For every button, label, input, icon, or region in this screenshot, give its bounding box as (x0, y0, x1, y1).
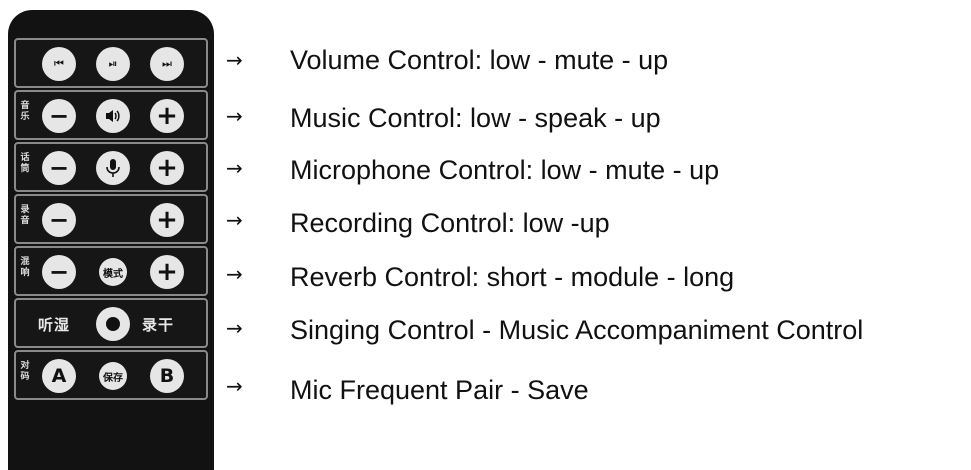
music-control-label: Music Control: low - speak - up (290, 103, 661, 133)
previous-icon: ⏮ (54, 57, 64, 70)
next-icon: ⏭ (162, 57, 172, 70)
plus-icon: + (156, 205, 178, 235)
dry-record-label: 录干 (142, 316, 175, 334)
reverb-plus-button[interactable]: + (150, 255, 184, 289)
minus-icon: − (48, 154, 70, 182)
previous-button[interactable]: ⏮ (42, 47, 76, 81)
annotation-arrow: → (226, 208, 243, 232)
minus-icon: − (48, 102, 70, 130)
remote-row-recording: 录音 − + (14, 194, 208, 244)
mic-minus-button[interactable]: − (42, 151, 76, 185)
remote-row-microphone: 话筒 − + (14, 142, 208, 192)
annotation-arrow: → (226, 104, 243, 128)
minus-icon: − (48, 206, 70, 234)
plus-icon: + (156, 101, 178, 131)
singing-toggle-button[interactable] (96, 307, 130, 341)
reverb-control-label: Reverb Control: short - module - long (290, 262, 735, 292)
save-button[interactable]: 保存 (99, 362, 127, 390)
record-minus-button[interactable]: − (42, 203, 76, 237)
minus-icon: − (48, 258, 70, 286)
record-dot-icon (96, 307, 130, 341)
remote-row-pair: 对码 A 保存 B (14, 350, 208, 400)
remote-row-reverb: 混响 − 模式 + (14, 246, 208, 296)
microphone-control-label: Microphone Control: low - mute - up (290, 155, 720, 185)
pair-b-label: B (159, 365, 175, 387)
singing-control-label: Singing Control - Music Accompaniment Co… (290, 315, 864, 345)
remote-row-music: 音乐 − + (14, 90, 208, 140)
plus-icon: + (156, 257, 178, 287)
annotation-arrow: → (226, 374, 243, 398)
wet-listen-label: 听湿 (38, 316, 71, 334)
speaker-button[interactable] (96, 99, 130, 133)
reverb-tag: 混响 (20, 257, 30, 278)
music-tag: 音乐 (20, 101, 30, 122)
mode-label: 模式 (103, 268, 123, 280)
save-label: 保存 (103, 372, 123, 384)
record-plus-button[interactable]: + (150, 203, 184, 237)
pair-b-button[interactable]: B (150, 359, 184, 393)
reverb-minus-button[interactable]: − (42, 255, 76, 289)
play-pause-icon: ⏯ (108, 57, 118, 70)
pair-tag: 对码 (20, 361, 30, 382)
annotation-arrow: → (226, 156, 243, 180)
remote-row-volume: ⏮ ⏯ ⏭ (14, 38, 208, 88)
speaker-icon (96, 99, 130, 133)
remote-row-singing: 听湿 录干 (14, 298, 208, 348)
music-plus-button[interactable]: + (150, 99, 184, 133)
play-pause-button[interactable]: ⏯ (96, 47, 130, 81)
annotation-arrow: → (226, 316, 243, 340)
remote-control: ⏮ ⏯ ⏭ 音乐 − + 话筒 − + 录音 − + 混响 − 模式 + 听湿 … (8, 10, 214, 470)
recording-control-label: Recording Control: low -up (290, 208, 610, 238)
annotation-arrow: → (226, 262, 243, 286)
mic-pair-save-label: Mic Frequent Pair - Save (290, 375, 589, 405)
pair-a-button[interactable]: A (42, 359, 76, 393)
music-minus-button[interactable]: − (42, 99, 76, 133)
record-tag: 录音 (20, 205, 30, 226)
microphone-icon (96, 151, 130, 185)
mic-tag: 话筒 (20, 153, 30, 174)
plus-icon: + (156, 153, 178, 183)
mode-button[interactable]: 模式 (99, 258, 127, 286)
mic-plus-button[interactable]: + (150, 151, 184, 185)
mic-mute-button[interactable] (96, 151, 130, 185)
volume-control-label: Volume Control: low - mute - up (290, 45, 669, 75)
pair-a-label: A (51, 365, 67, 387)
annotation-arrow: → (226, 48, 243, 72)
next-button[interactable]: ⏭ (150, 47, 184, 81)
